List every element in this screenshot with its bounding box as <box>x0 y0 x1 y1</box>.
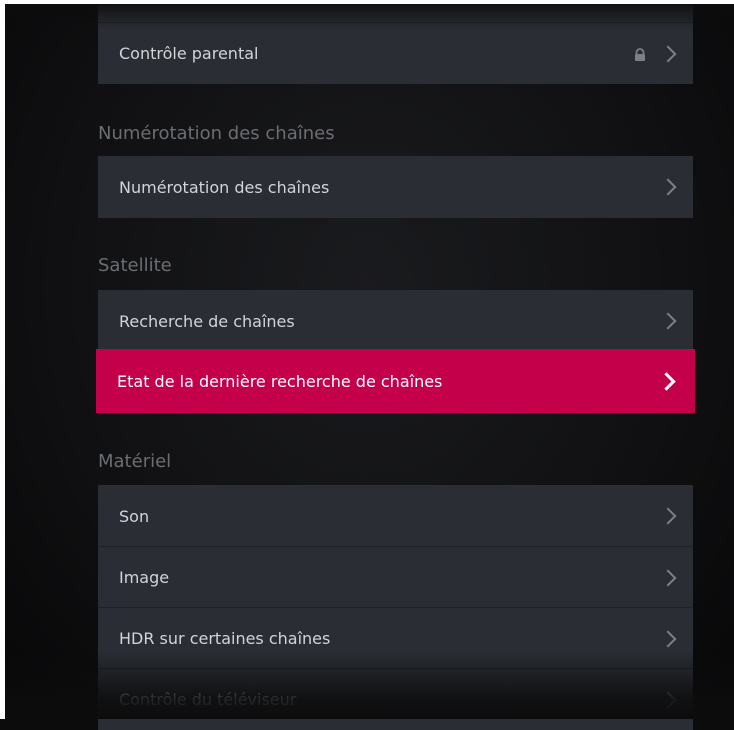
menu-item-tv-control[interactable]: Contrôle du téléviseur <box>98 668 693 730</box>
left-edge <box>0 0 5 719</box>
menu-item-label: Contrôle parental <box>119 44 259 63</box>
menu-item-label: Numérotation des chaînes <box>119 177 330 197</box>
top-edge <box>0 0 734 4</box>
menu-item-sound[interactable]: Son <box>98 485 693 547</box>
chevron-right-icon <box>659 691 677 708</box>
menu-item-label: Etat de la dernière recherche de chaînes <box>117 371 443 391</box>
section-title-satellite: Satellite <box>98 255 172 276</box>
menu-item-label: Image <box>119 568 170 587</box>
chevron-right-icon <box>657 372 676 391</box>
lock-icon <box>633 47 647 61</box>
chevron-right-icon <box>659 45 677 62</box>
menu-item-label: Recherche de chaînes <box>119 311 295 331</box>
chevron-right-icon <box>659 178 677 196</box>
menu-item-label: HDR sur certaines chaînes <box>119 629 331 648</box>
menu-item-parental-control[interactable]: Contrôle parental <box>98 22 693 84</box>
menu-item-label: Son <box>119 506 150 526</box>
chevron-right-icon <box>659 507 677 525</box>
menu-item-last-search-status[interactable]: Etat de la dernière recherche de chaînes <box>96 349 695 413</box>
menu-item-channel-search[interactable]: Recherche de chaînes <box>98 290 693 352</box>
menu-item-hdr[interactable]: HDR sur certaines chaînes <box>98 607 693 669</box>
section-title-channel-numbering: Numérotation des chaînes <box>98 123 335 144</box>
section-title-hardware: Matériel <box>98 451 172 472</box>
chevron-right-icon <box>659 569 677 586</box>
menu-item-picture[interactable]: Image <box>98 546 693 608</box>
chevron-right-icon <box>659 630 677 647</box>
menu-item-label: Contrôle du téléviseur <box>119 690 297 709</box>
chevron-right-icon <box>659 312 677 330</box>
menu-item-channel-numbering[interactable]: Numérotation des chaînes <box>98 156 693 218</box>
settings-screen: Contrôle parental Numérotation des chaîn… <box>0 0 734 730</box>
